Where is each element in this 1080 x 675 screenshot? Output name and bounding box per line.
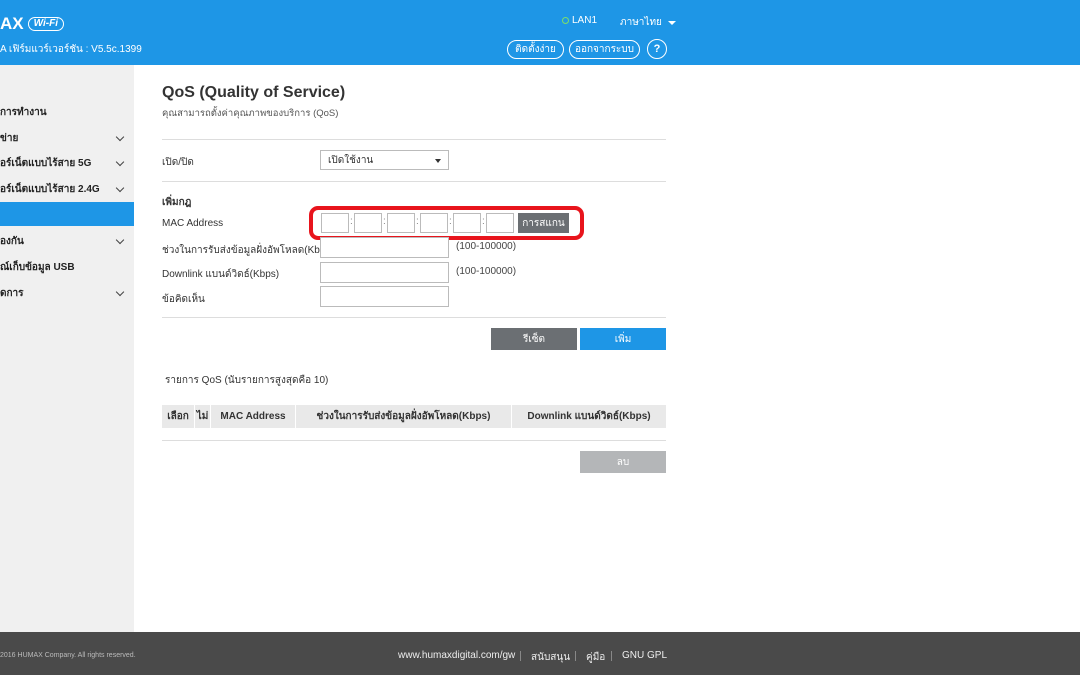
downlink-label: Downlink แบนด์วิดธ์(Kbps) xyxy=(162,269,280,280)
sidebar-item-wireless-5g[interactable]: อร์เน็ตแบบไร้สาย 5G xyxy=(0,151,134,175)
footer-link-gnu-gpl[interactable]: GNU GPL xyxy=(622,650,667,661)
lan-status: LAN1 xyxy=(562,15,597,26)
qos-table-header: เลือก ไม่ MAC Address ช่วงในการรับส่งข้อ… xyxy=(162,405,666,428)
sidebar-item-wireless-24g[interactable]: อร์เน็ตแบบไร้สาย 2.4G xyxy=(0,177,134,201)
footer-separator xyxy=(611,651,612,661)
delete-button[interactable]: ลบ xyxy=(580,451,666,473)
sidebar: การทำงาน ข่าย อร์เน็ตแบบไร้สาย 5G อร์เน็… xyxy=(0,65,134,632)
sidebar-item-usb-storage[interactable]: ณ์เก็บข้อมูล USB xyxy=(0,255,134,279)
footer-link-website[interactable]: www.humaxdigital.com/gw xyxy=(398,650,515,661)
downlink-input[interactable] xyxy=(320,262,449,283)
humax-logo: AX Wi-Fi xyxy=(0,14,64,34)
chevron-down-icon xyxy=(667,20,676,25)
enable-select[interactable]: เปิดใช้งาน xyxy=(320,150,449,170)
chevron-down-icon xyxy=(115,183,125,193)
sidebar-item-status[interactable]: การทำงาน xyxy=(0,100,134,124)
enable-label: เปิด/ปิด xyxy=(162,157,194,168)
sidebar-item-security[interactable]: องกัน xyxy=(0,229,134,253)
sidebar-item-label: อร์เน็ตแบบไร้สาย 5G xyxy=(0,157,92,169)
language-label: ภาษาไทย xyxy=(620,17,662,28)
column-header-number: ไม่ xyxy=(195,405,211,428)
footer: 2016 HUMAX Company. All rights reserved.… xyxy=(0,632,1080,675)
sidebar-item-label: องกัน xyxy=(0,235,24,247)
firmware-version: A เฟิร์มแวร์เวอร์ชัน : V5.5c.1399 xyxy=(0,44,142,55)
language-dropdown[interactable]: ภาษาไทย xyxy=(620,15,676,30)
sidebar-item-label: อร์เน็ตแบบไร้สาย 2.4G xyxy=(0,183,100,195)
page-subtitle: คุณสามารถตั้งค่าคุณภาพของบริการ (QoS) xyxy=(162,108,339,119)
lan-label: LAN1 xyxy=(572,15,598,26)
highlight-box xyxy=(309,206,584,240)
wifi-badge: Wi-Fi xyxy=(27,17,64,31)
sidebar-item-qos[interactable] xyxy=(0,202,134,226)
column-header-downlink: Downlink แบนด์วิดธ์(Kbps) xyxy=(527,411,651,422)
divider xyxy=(162,440,666,441)
upload-input[interactable] xyxy=(320,237,449,258)
copyright-text: 2016 HUMAX Company. All rights reserved. xyxy=(0,652,136,659)
column-header-select: เลือก xyxy=(162,405,195,428)
enable-select-value: เปิดใช้งาน xyxy=(328,154,374,166)
footer-separator xyxy=(575,651,576,661)
upload-label: ช่วงในการรับส่งข้อมูลฝั่งอัพโหลด(Kbps) xyxy=(162,245,334,256)
comment-input[interactable] xyxy=(320,286,449,307)
qos-list-caption: รายการ QoS (นับรายการสูงสุดคือ 10) xyxy=(165,375,329,386)
easy-setup-button[interactable]: ติดตั้งง่าย xyxy=(507,40,564,59)
divider xyxy=(162,317,666,318)
chevron-down-icon xyxy=(115,287,125,297)
logo-text: AX xyxy=(0,14,24,33)
lan-status-icon xyxy=(562,17,569,24)
top-header: AX Wi-Fi A เฟิร์มแวร์เวอร์ชัน : V5.5c.13… xyxy=(0,0,1080,65)
reset-button[interactable]: รีเซ็ต xyxy=(491,328,577,350)
logout-button[interactable]: ออกจากระบบ xyxy=(569,40,640,59)
upload-range: (100-100000) xyxy=(456,241,517,252)
divider xyxy=(162,181,666,182)
downlink-range: (100-100000) xyxy=(456,266,517,277)
chevron-down-icon xyxy=(115,157,125,167)
sidebar-item-label: ข่าย xyxy=(0,132,19,144)
sidebar-item-network[interactable]: ข่าย xyxy=(0,126,134,150)
add-rule-heading: เพิ่มกฎ xyxy=(162,197,192,208)
comment-label: ข้อคิดเห็น xyxy=(162,294,205,305)
divider xyxy=(162,139,666,140)
sidebar-item-label: ดการ xyxy=(0,287,24,299)
add-button[interactable]: เพิ่ม xyxy=(580,328,666,350)
sidebar-item-label: การทำงาน xyxy=(0,106,47,118)
page-title: QoS (Quality of Service) xyxy=(162,84,346,101)
footer-separator xyxy=(520,651,521,661)
footer-link-manual[interactable]: คู่มือ xyxy=(586,650,605,665)
chevron-down-icon xyxy=(115,132,125,142)
column-header-mac: MAC Address xyxy=(211,405,296,428)
footer-link-support[interactable]: สนับสนุน xyxy=(531,650,570,665)
mac-address-label: MAC Address xyxy=(162,218,224,229)
help-icon[interactable]: ? xyxy=(647,39,667,59)
chevron-down-icon xyxy=(115,235,125,245)
column-header-upload: ช่วงในการรับส่งข้อมูลฝั่งอัพโหลด(Kbps) xyxy=(296,405,512,428)
sidebar-item-label: ณ์เก็บข้อมูล USB xyxy=(0,261,75,273)
sidebar-item-management[interactable]: ดการ xyxy=(0,281,134,305)
chevron-down-icon xyxy=(435,159,441,163)
